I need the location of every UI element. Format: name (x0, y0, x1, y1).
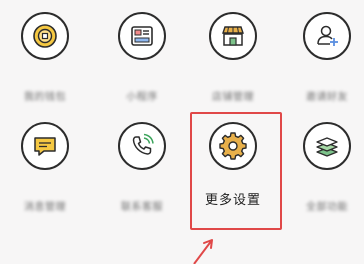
phone-icon (132, 133, 154, 155)
grid-item-layers[interactable]: 全部功能 (282, 122, 364, 242)
grid-item-coin[interactable]: 我的钱包 (0, 12, 90, 132)
grid-item-label: 全部功能 (306, 202, 348, 213)
grid-item-shop[interactable]: 店铺管理 (188, 12, 278, 132)
grid-item-card[interactable]: 小程序 (97, 12, 187, 132)
layers-icon-circle (303, 122, 351, 170)
card-icon (131, 26, 153, 46)
grid-item-label: 更多设置 (204, 193, 261, 208)
grid-item-message[interactable]: 消息管理 (0, 122, 90, 242)
user-add-icon (317, 25, 338, 46)
coin-icon-circle (21, 12, 69, 60)
grid-item-phone[interactable]: 联系客服 (97, 122, 187, 242)
phone-icon-circle (118, 122, 166, 170)
gear-icon-circle (209, 122, 257, 170)
layers-icon (316, 137, 338, 157)
shop-icon-circle (209, 12, 257, 60)
grid-item-settings[interactable]: 更多设置 (188, 122, 278, 242)
card-icon-circle (118, 12, 166, 60)
feature-grid: 我的钱包 小程序 店铺管理 邀请好友 消息管理 联系客服 更多设置 全部功能 (0, 0, 364, 264)
message-icon (34, 137, 56, 156)
grid-item-label: 店铺管理 (212, 92, 254, 103)
grid-item-label: 消息管理 (24, 202, 66, 213)
message-icon-circle (21, 122, 69, 170)
user-add-icon-circle (303, 12, 351, 60)
coin-icon (33, 24, 57, 48)
shop-icon (222, 26, 244, 46)
grid-item-label: 联系客服 (121, 202, 163, 213)
gear-icon (219, 132, 247, 160)
grid-item-label: 小程序 (126, 92, 158, 103)
grid-item-label: 邀请好友 (306, 92, 348, 103)
grid-item-user-add[interactable]: 邀请好友 (282, 12, 364, 132)
grid-item-label: 我的钱包 (24, 92, 66, 103)
